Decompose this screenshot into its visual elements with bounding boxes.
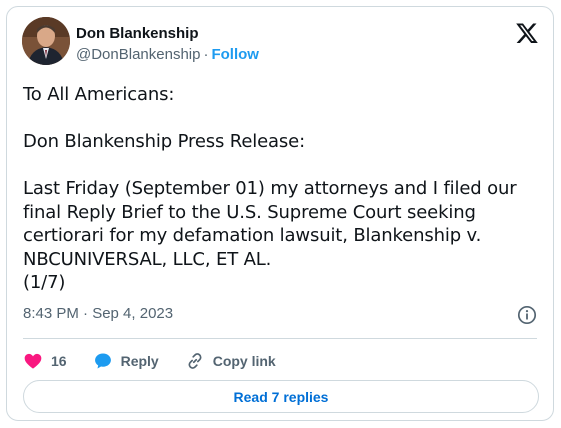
reply-icon bbox=[94, 353, 111, 369]
copy-link-button[interactable]: Copy link bbox=[185, 351, 276, 371]
read-replies-button[interactable]: Read 7 replies bbox=[23, 380, 539, 413]
tweet-card: Don Blankenship @DonBlankenship · Follow T… bbox=[6, 6, 554, 421]
tweet-line: Don Blankenship Press Release: bbox=[23, 131, 305, 152]
tweet-line: To All Americans: bbox=[23, 84, 175, 105]
follow-link[interactable]: Follow bbox=[211, 46, 259, 63]
divider bbox=[23, 338, 537, 339]
x-logo-icon[interactable] bbox=[515, 21, 539, 45]
avatar[interactable] bbox=[22, 17, 70, 65]
copy-link-label: Copy link bbox=[212, 353, 276, 369]
tweet-timestamp[interactable]: 8:43 PM · Sep 4, 2023 bbox=[23, 305, 173, 323]
tweet-text: To All Americans: Don Blankenship Press … bbox=[23, 83, 543, 295]
heart-icon bbox=[24, 353, 42, 369]
link-icon bbox=[188, 353, 202, 369]
tweet-line: Last Friday (September 01) my attorneys … bbox=[23, 178, 517, 293]
separator-dot: · bbox=[203, 46, 209, 63]
action-bar: 16 Reply Copy link bbox=[23, 346, 302, 376]
like-button[interactable]: 16 bbox=[23, 351, 67, 371]
author-handle[interactable]: @DonBlankenship bbox=[76, 46, 200, 63]
author-name[interactable]: Don Blankenship bbox=[76, 25, 199, 43]
reply-label: Reply bbox=[120, 353, 159, 369]
info-icon[interactable] bbox=[517, 305, 537, 325]
author-handle-row: @DonBlankenship · Follow bbox=[76, 46, 259, 64]
reply-button[interactable]: Reply bbox=[93, 351, 159, 371]
like-count: 16 bbox=[51, 353, 67, 369]
